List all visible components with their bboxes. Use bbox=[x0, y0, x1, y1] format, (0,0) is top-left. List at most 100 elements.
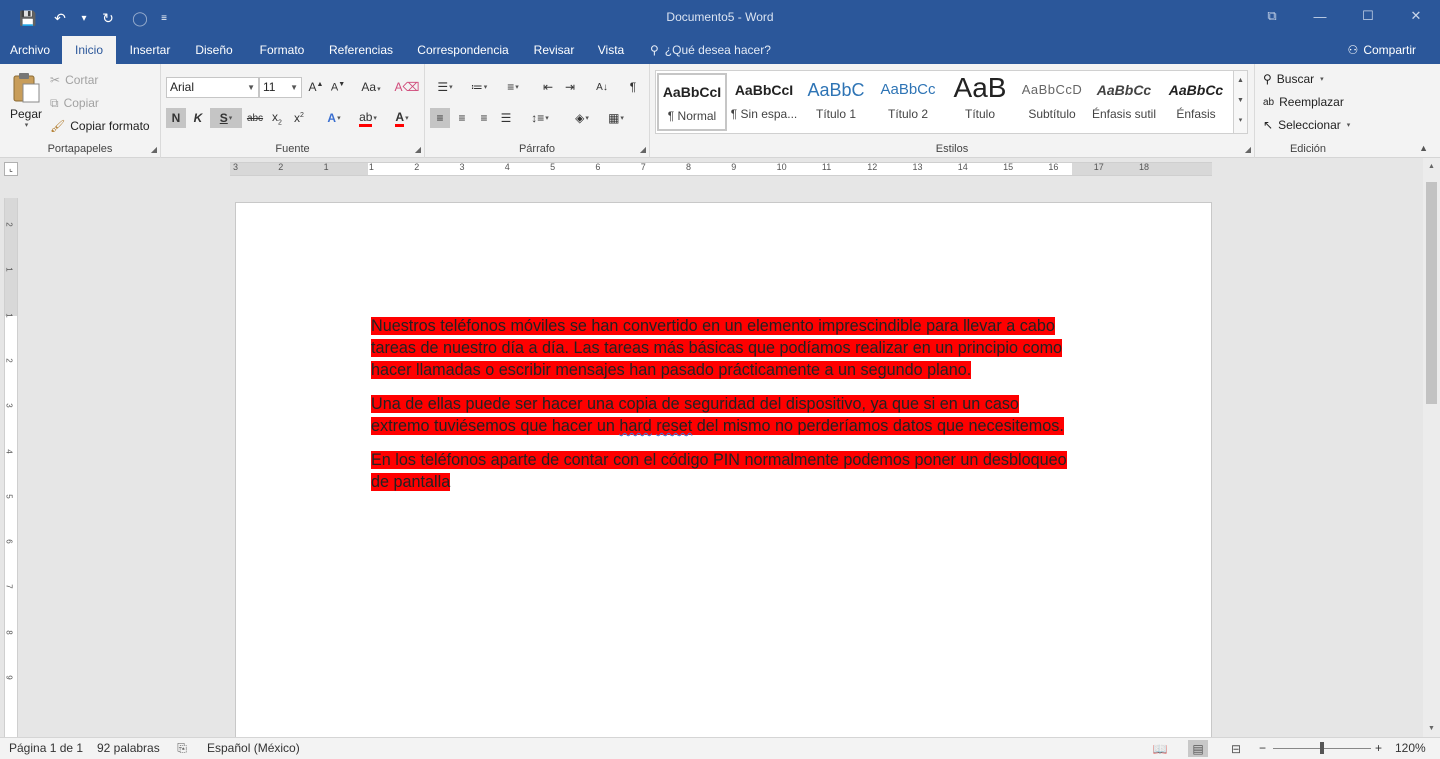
format-painter-button[interactable]: 🖌 Copiar formato bbox=[50, 116, 150, 136]
style-no-spacing[interactable]: AaBbCcI ¶ Sin espa... bbox=[729, 73, 799, 131]
read-mode-icon[interactable]: 📖 bbox=[1150, 740, 1170, 757]
font-group: Arial ▼ 11 ▼ A▲ A▼ Aa▾ A⌫ N K S ▾ abc x2 … bbox=[161, 64, 425, 158]
replace-button[interactable]: ab Reemplazar bbox=[1263, 92, 1344, 112]
decrease-indent-button[interactable]: ⇤ bbox=[538, 77, 558, 97]
style-subtle-emphasis[interactable]: AaBbCc Énfasis sutil bbox=[1089, 73, 1159, 131]
zoom-level[interactable]: 120% bbox=[1395, 738, 1426, 759]
zoom-in-icon[interactable]: + bbox=[1375, 738, 1382, 759]
style-title[interactable]: AaB Título bbox=[945, 73, 1015, 131]
line-spacing-button[interactable]: ↕≡ ▾ bbox=[525, 108, 555, 128]
style-normal[interactable]: AaBbCcI ¶ Normal bbox=[657, 73, 727, 131]
tab-inicio[interactable]: Inicio bbox=[62, 36, 116, 64]
superscript-button[interactable]: x2 bbox=[289, 108, 309, 128]
font-size-select[interactable]: 11 ▼ bbox=[259, 77, 302, 98]
align-center-button[interactable]: ≡ bbox=[452, 108, 472, 128]
scroll-up-icon[interactable]: ▲ bbox=[1234, 71, 1247, 91]
scroll-down-icon[interactable]: ▼ bbox=[1234, 91, 1247, 111]
cut-label: Cortar bbox=[65, 73, 99, 87]
paragraph-group: ☰ ▾ ≔ ▾ ≡ ▾ ⇤ ⇥ A↓ ¶ ≡ ≡ ≡ ☰ ↕≡ ▾ ◈ ▾ ▦ ▾ Párr… bbox=[425, 64, 650, 158]
vertical-scrollbar[interactable]: ▲ ▼ bbox=[1423, 158, 1440, 738]
font-color-button[interactable]: A ▾ bbox=[387, 108, 417, 128]
text-effects-button[interactable]: A ▾ bbox=[319, 108, 349, 128]
increase-indent-button[interactable]: ⇥ bbox=[560, 77, 580, 97]
web-layout-icon[interactable]: ⊟ bbox=[1226, 740, 1246, 757]
horizontal-ruler[interactable]: 3 2 1 1 2 3 4 5 6 7 8 9 10 11 12 13 14 15 16 17 18 bbox=[230, 162, 1212, 176]
tab-revisar[interactable]: Revisar bbox=[526, 36, 582, 64]
style-heading-2[interactable]: AaBbCc Título 2 bbox=[873, 73, 943, 131]
paste-button[interactable]: Pegar ▾ bbox=[6, 72, 46, 129]
collapse-ribbon-icon[interactable]: ▲ bbox=[1419, 143, 1428, 153]
sort-button[interactable]: A↓ bbox=[592, 77, 612, 97]
maximize-icon[interactable]: ☐ bbox=[1344, 0, 1392, 32]
language-indicator[interactable]: Español (México) bbox=[207, 738, 300, 759]
dialog-launcher-icon[interactable]: ◢ bbox=[415, 145, 421, 154]
paragraph-3[interactable]: En los teléfonos aparte de contar con el… bbox=[371, 449, 1081, 493]
dialog-launcher-icon[interactable]: ◢ bbox=[1245, 145, 1251, 154]
align-left-button[interactable]: ≡ bbox=[430, 108, 450, 128]
print-layout-icon[interactable]: ▤ bbox=[1188, 740, 1208, 757]
vruler-number: 2 bbox=[4, 222, 14, 227]
document-body[interactable]: Nuestros teléfonos móviles se han conver… bbox=[371, 315, 1081, 505]
numbering-button[interactable]: ≔ ▾ bbox=[464, 77, 494, 97]
show-marks-button[interactable]: ¶ bbox=[623, 77, 643, 97]
share-button[interactable]: ⚇ Compartir bbox=[1348, 36, 1416, 64]
style-subtitle[interactable]: AaBbCcD Subtítulo bbox=[1017, 73, 1087, 131]
dialog-launcher-icon[interactable]: ◢ bbox=[640, 145, 646, 154]
shading-button[interactable]: ◈ ▾ bbox=[567, 108, 597, 128]
shrink-font-button[interactable]: A▼ bbox=[328, 77, 348, 97]
proofing-icon[interactable]: ⎘ bbox=[172, 740, 192, 757]
tab-formato[interactable]: Formato bbox=[250, 36, 314, 64]
tab-selector-icon[interactable]: ⌞ bbox=[4, 162, 18, 176]
tab-diseno[interactable]: Diseño bbox=[186, 36, 242, 64]
minimize-icon[interactable]: — bbox=[1296, 0, 1344, 32]
paint-bucket-icon: ◈ bbox=[575, 111, 585, 125]
page-count[interactable]: Página 1 de 1 bbox=[9, 738, 83, 759]
paragraph-2[interactable]: Una de ellas puede ser hacer una copia d… bbox=[371, 393, 1081, 437]
grow-font-icon: A▲ bbox=[308, 80, 324, 94]
tab-correspondencia[interactable]: Correspondencia bbox=[410, 36, 516, 64]
copy-button[interactable]: ⧉ Copiar bbox=[50, 93, 99, 113]
find-button[interactable]: ⚲ Buscar ▾ bbox=[1263, 69, 1324, 89]
vertical-ruler[interactable]: 2 1 1 2 3 4 5 6 7 8 9 bbox=[4, 198, 18, 738]
scroll-down-icon[interactable]: ▼ bbox=[1423, 722, 1440, 736]
style-heading-1[interactable]: AaBbC Título 1 bbox=[801, 73, 871, 131]
underline-button[interactable]: S ▾ bbox=[210, 108, 242, 128]
vruler-number: 5 bbox=[4, 494, 14, 499]
strikethrough-button[interactable]: abc bbox=[245, 108, 265, 128]
highlight-color-button[interactable]: ab ▾ bbox=[353, 108, 383, 128]
font-family-select[interactable]: Arial ▼ bbox=[166, 77, 259, 98]
ruler-number: 6 bbox=[595, 162, 601, 172]
align-right-button[interactable]: ≡ bbox=[474, 108, 494, 128]
zoom-slider-thumb[interactable] bbox=[1320, 742, 1324, 754]
document-page[interactable]: Nuestros teléfonos móviles se han conver… bbox=[235, 202, 1212, 742]
tell-me-box[interactable]: ⚲ ¿Qué desea hacer? bbox=[650, 36, 771, 64]
tab-insertar[interactable]: Insertar bbox=[120, 36, 180, 64]
cut-button[interactable]: ✂ Cortar bbox=[50, 70, 98, 90]
close-icon[interactable]: ✕ bbox=[1392, 0, 1440, 32]
select-button[interactable]: ↖ Seleccionar ▾ bbox=[1263, 115, 1350, 135]
borders-button[interactable]: ▦ ▾ bbox=[601, 108, 631, 128]
multilevel-list-button[interactable]: ≡ ▾ bbox=[498, 77, 528, 97]
scroll-thumb[interactable] bbox=[1426, 182, 1437, 404]
tab-referencias[interactable]: Referencias bbox=[322, 36, 400, 64]
dialog-launcher-icon[interactable]: ◢ bbox=[151, 145, 157, 154]
grow-font-button[interactable]: A▲ bbox=[306, 77, 326, 97]
ribbon-display-icon[interactable]: ⧉ bbox=[1248, 0, 1296, 32]
justify-button[interactable]: ☰ bbox=[496, 108, 516, 128]
subscript-button[interactable]: x2 bbox=[267, 108, 287, 128]
zoom-out-icon[interactable]: − bbox=[1259, 738, 1266, 759]
tab-vista[interactable]: Vista bbox=[590, 36, 632, 64]
clear-formatting-button[interactable]: A⌫ bbox=[395, 77, 420, 97]
bold-button[interactable]: N bbox=[166, 108, 186, 128]
chevron-down-icon: ▾ bbox=[24, 122, 29, 129]
more-styles-icon[interactable]: ▾ bbox=[1234, 111, 1247, 131]
paragraph-1[interactable]: Nuestros teléfonos móviles se han conver… bbox=[371, 315, 1081, 381]
change-case-button[interactable]: Aa▾ bbox=[356, 77, 386, 97]
word-count[interactable]: 92 palabras bbox=[97, 738, 160, 759]
italic-button[interactable]: K bbox=[188, 108, 208, 128]
tab-archivo[interactable]: Archivo bbox=[0, 36, 60, 64]
bullets-button[interactable]: ☰ ▾ bbox=[430, 77, 460, 97]
style-emphasis[interactable]: AaBbCc Énfasis bbox=[1161, 73, 1231, 131]
decrease-indent-icon: ⇤ bbox=[542, 80, 554, 94]
scroll-up-icon[interactable]: ▲ bbox=[1423, 160, 1440, 174]
